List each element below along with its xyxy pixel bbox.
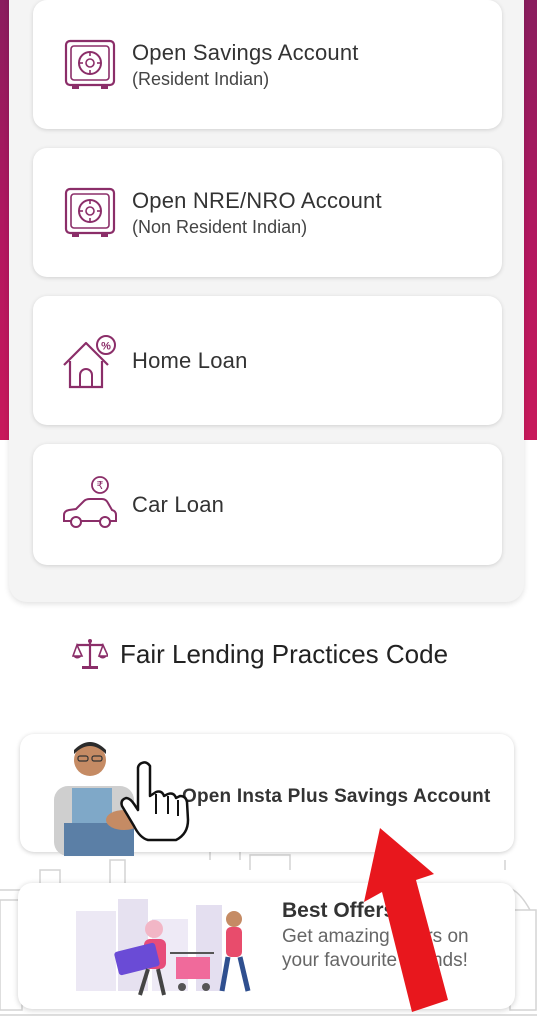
red-arrow-pointer [364, 828, 448, 1012]
car-rupee-icon: ₹ [63, 475, 117, 528]
shopping-illustration [76, 899, 251, 996]
open-nre-nro-account-card[interactable]: Open NRE/NRO Account (Non Resident India… [33, 148, 502, 277]
vault-icon [64, 39, 116, 89]
vault-icon [64, 187, 116, 237]
card-title: Open NRE/NRO Account [132, 187, 382, 213]
fair-lending-label: Fair Lending Practices Code [120, 638, 449, 669]
card-subtitle: (Non Resident Indian) [132, 216, 308, 237]
home-loan-card[interactable]: % Home Loan [33, 296, 502, 425]
insta-banner-label: Open Insta Plus Savings Account [182, 786, 491, 807]
svg-text:%: % [101, 340, 111, 352]
card-subtitle: (Resident Indian) [132, 68, 270, 89]
fair-lending-link[interactable]: Fair Lending Practices Code [72, 632, 448, 676]
card-title: Open Savings Account [132, 39, 359, 65]
home-percent-icon: % [63, 334, 116, 388]
card-title: Car Loan [132, 491, 225, 517]
card-title: Home Loan [132, 347, 248, 373]
scales-icon [72, 639, 108, 669]
car-loan-card[interactable]: ₹ Car Loan [33, 444, 502, 565]
open-savings-account-card[interactable]: Open Savings Account (Resident Indian) [33, 0, 502, 129]
svg-text:₹: ₹ [97, 479, 104, 492]
hand-cursor-icon [120, 761, 190, 842]
